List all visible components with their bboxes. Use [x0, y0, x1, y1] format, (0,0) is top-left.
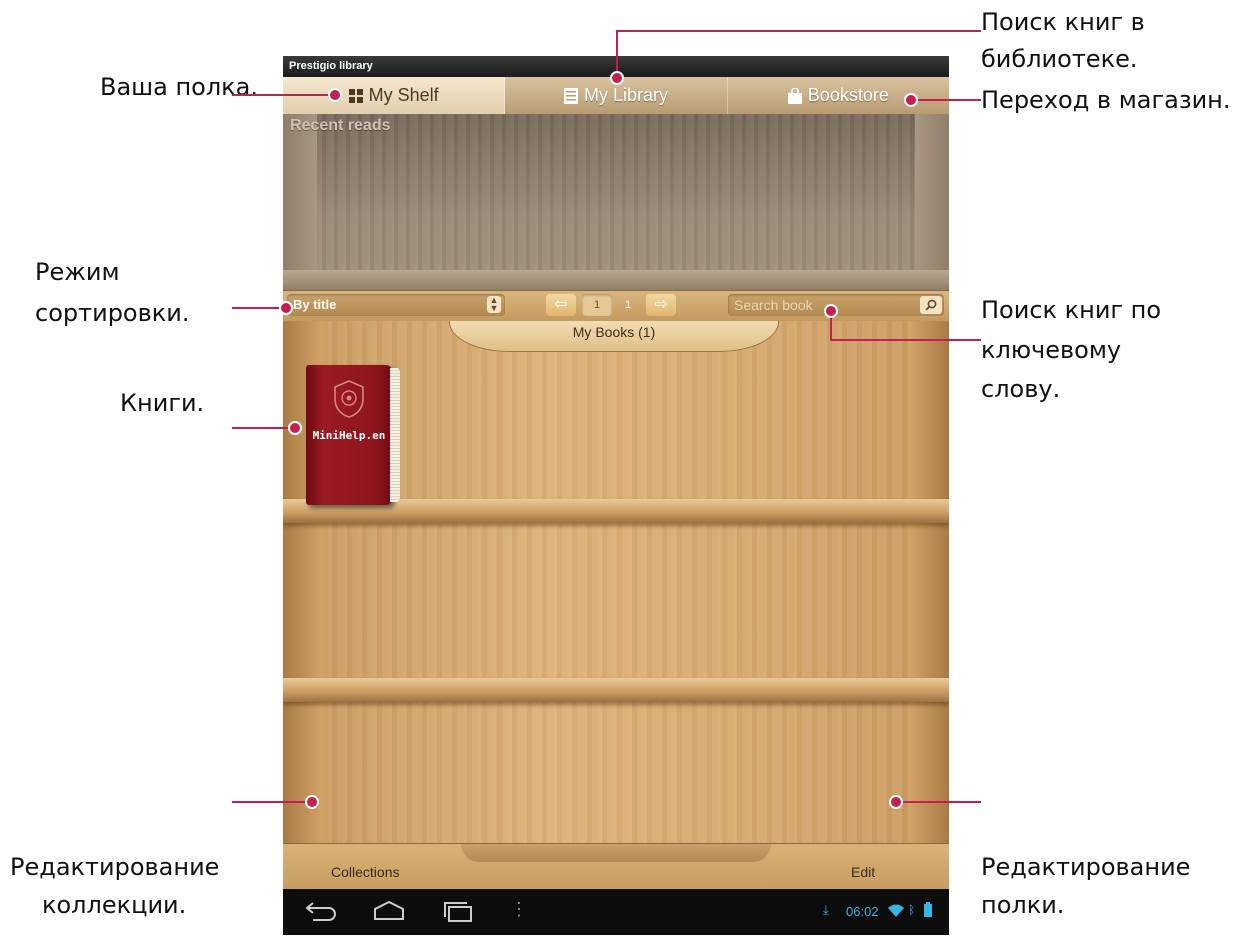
- book-item[interactable]: MiniHelp.en: [306, 365, 402, 505]
- page-total: 1: [624, 299, 632, 311]
- annotation-books: Книги.: [120, 389, 205, 417]
- collections-button[interactable]: Collections: [331, 864, 399, 880]
- page-navigator: ⇦ 1 1 ⇨: [546, 294, 678, 316]
- back-icon[interactable]: [303, 899, 339, 923]
- tab-bookstore-label: Bookstore: [807, 85, 889, 105]
- clock: 06:02: [846, 904, 879, 919]
- annotation-library-search-line1: Поиск книг в: [981, 8, 1145, 36]
- annotation-library-search-line2: библиотеке.: [981, 45, 1138, 73]
- search-icon: [925, 299, 937, 311]
- search-placeholder: Search book: [734, 297, 813, 313]
- arrow-right-icon: ⇨: [654, 296, 668, 313]
- bag-icon: [787, 87, 802, 104]
- annotation-collections-edit-line1: Редактирование: [10, 853, 220, 881]
- download-icon: ⤓: [823, 902, 829, 917]
- annotation-sort-line2: сортировки.: [35, 299, 190, 327]
- bottom-action-bar: Collections Edit: [283, 843, 949, 890]
- tab-my-shelf-label: My Shelf: [368, 85, 439, 105]
- app-title-bar: Prestigio library: [283, 56, 949, 77]
- system-navigation-bar: ⋮ ⤓ 06:02 ᛒ: [283, 889, 949, 935]
- spinner-icon: ▲ ▼: [487, 296, 501, 313]
- next-page-button[interactable]: ⇨: [646, 294, 676, 316]
- list-icon: [563, 87, 578, 104]
- home-icon[interactable]: [371, 899, 407, 923]
- search-button[interactable]: [920, 296, 942, 314]
- annotation-collections-edit-line2: коллекции.: [42, 891, 187, 919]
- shelf-plank: [283, 678, 949, 702]
- sort-mode-select[interactable]: By title ▲ ▼: [287, 294, 505, 316]
- annotation-keyword-line2: ключевому: [981, 336, 1122, 364]
- my-books-shelf: My Books (1) MiniHelp.en: [283, 321, 949, 843]
- page-number-input[interactable]: 1: [582, 294, 612, 316]
- annotation-keyword-line1: Поиск книг по: [981, 296, 1162, 324]
- arrow-left-icon: ⇦: [554, 296, 568, 313]
- tab-my-library-label: My Library: [583, 85, 668, 105]
- menu-dots-icon[interactable]: ⋮: [510, 899, 528, 920]
- sort-mode-value: By title: [293, 297, 337, 312]
- shield-emblem-icon: [334, 380, 364, 418]
- edit-button[interactable]: Edit: [851, 864, 875, 880]
- tab-bar: My Shelf My Library Bookstore: [283, 77, 949, 115]
- tab-my-library[interactable]: My Library: [505, 77, 728, 114]
- wifi-icon: [888, 904, 904, 917]
- search-book-input[interactable]: Search book: [728, 294, 944, 316]
- tablet-screen: Prestigio library My Shelf My Library Bo…: [283, 56, 949, 935]
- section-heading-cropped: [0, 0, 240, 14]
- tab-my-shelf[interactable]: My Shelf: [283, 77, 506, 114]
- prev-page-button[interactable]: ⇦: [546, 294, 576, 316]
- book-title: MiniHelp.en: [312, 429, 386, 442]
- recent-reads-shelf: Recent reads: [283, 114, 949, 290]
- annotation-sort-line1: Режим: [35, 258, 120, 286]
- shelf-toolbar: By title ▲ ▼ ⇦ 1 1 ⇨ Search book: [283, 290, 949, 322]
- annotation-shelf-edit-line1: Редактирование: [981, 853, 1191, 881]
- annotation-store: Переход в магазин.: [981, 86, 1231, 114]
- battery-icon: [924, 902, 932, 917]
- recents-icon[interactable]: [440, 899, 476, 923]
- annotation-shelf: Ваша полка.: [100, 73, 259, 101]
- grid-icon: [348, 88, 363, 103]
- annotation-keyword-line3: слову.: [981, 375, 1061, 403]
- tab-bookstore[interactable]: Bookstore: [728, 77, 949, 114]
- annotation-shelf-edit-line2: полки.: [981, 891, 1065, 919]
- recent-reads-label: Recent reads: [290, 117, 391, 134]
- bluetooth-icon: ᛒ: [908, 903, 916, 917]
- shelf-collection-title: My Books (1): [449, 321, 779, 352]
